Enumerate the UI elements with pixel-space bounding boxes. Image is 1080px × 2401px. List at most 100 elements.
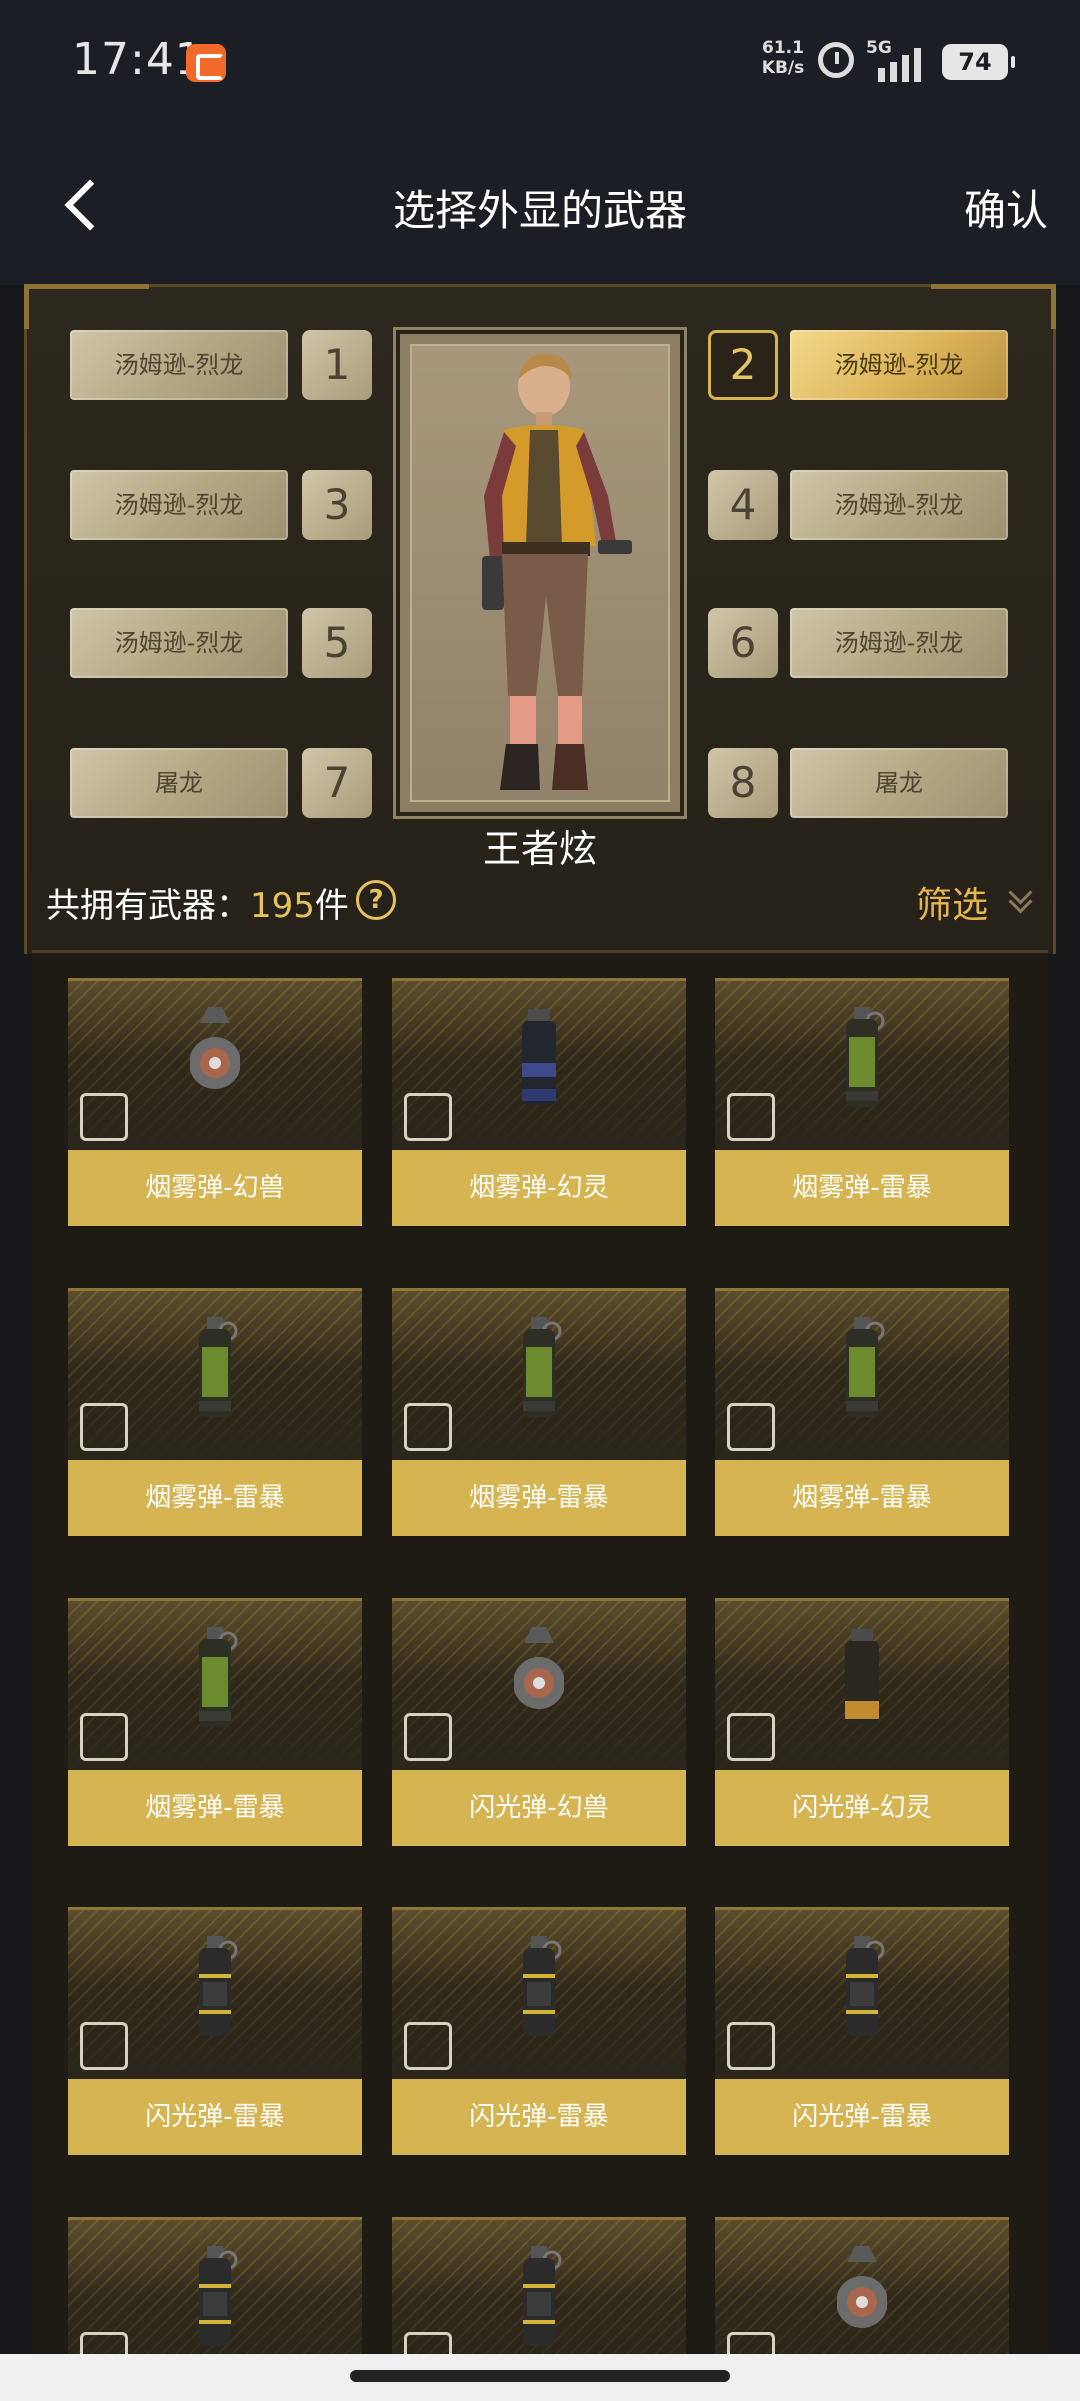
- weapon-card[interactable]: 烟雾弹-雷暴: [68, 1598, 362, 1846]
- weapon-card[interactable]: 闪光弹-幻兽: [392, 1598, 686, 1846]
- slot-2-weapon[interactable]: 汤姆逊-烈龙: [790, 330, 1008, 400]
- grenade-yellow-icon: [514, 2244, 564, 2352]
- weapon-card[interactable]: 闪光弹-雷暴: [392, 1907, 686, 2155]
- slot-4-weapon[interactable]: 汤姆逊-烈龙: [790, 470, 1008, 540]
- weapon-thumbnail[interactable]: [715, 978, 1009, 1150]
- weapon-card[interactable]: 烟雾弹-雷暴: [68, 1288, 362, 1536]
- owned-weapons-count: 共拥有武器：195件: [46, 878, 349, 927]
- weapon-card[interactable]: 闪光弹-雷暴: [68, 1907, 362, 2155]
- weapon-card[interactable]: 闪光弹-雷暴: [715, 1907, 1009, 2155]
- weapon-thumbnail[interactable]: [392, 2217, 686, 2354]
- weapon-name: 闪光弹-幻灵: [715, 1770, 1009, 1846]
- weapon-thumbnail[interactable]: [68, 1288, 362, 1460]
- battery-indicator: 74: [942, 44, 1015, 80]
- slot-5-number[interactable]: 5: [302, 608, 372, 678]
- weapon-card[interactable]: 烟雾弹-幻灵: [392, 978, 686, 1226]
- slot-3-number[interactable]: 3: [302, 470, 372, 540]
- select-checkbox[interactable]: [404, 2332, 452, 2354]
- weapon-thumbnail[interactable]: [392, 1907, 686, 2079]
- slot-2-number[interactable]: 2: [708, 330, 778, 400]
- select-checkbox[interactable]: [404, 1713, 452, 1761]
- weapon-grid: 烟雾弹-幻兽 烟雾弹-幻灵 烟雾弹-雷暴 烟雾弹-雷暴 烟雾弹-雷暴 烟雾弹-雷暴 烟雾弹-…: [32, 950, 1048, 2354]
- weapon-thumbnail[interactable]: [392, 1288, 686, 1460]
- grenade-green-icon: [837, 1005, 887, 1113]
- signal-bar: [902, 55, 909, 82]
- weapon-card[interactable]: 闪光弹-幻灵: [715, 1598, 1009, 1846]
- grenade-yellow-icon: [190, 2244, 240, 2352]
- select-checkbox[interactable]: [727, 1093, 775, 1141]
- weapon-thumbnail[interactable]: [392, 978, 686, 1150]
- weapon-thumbnail[interactable]: [68, 1907, 362, 2079]
- weapon-name: 烟雾弹-雷暴: [392, 1460, 686, 1536]
- weapon-card[interactable]: 烟雾弹-雷暴: [392, 1288, 686, 1536]
- confirm-button[interactable]: 确认: [964, 177, 1048, 238]
- select-checkbox[interactable]: [404, 1093, 452, 1141]
- slot-6-number[interactable]: 6: [708, 608, 778, 678]
- select-checkbox[interactable]: [404, 1403, 452, 1451]
- chevron-down-icon[interactable]: [1008, 884, 1032, 914]
- signal-bar: [914, 48, 921, 82]
- weapon-card[interactable]: [715, 2217, 1009, 2354]
- grenade-orb-icon: [513, 1625, 565, 1733]
- network-speed: 61.1 KB/s: [758, 38, 808, 78]
- clock: 17:41: [72, 34, 204, 85]
- select-checkbox[interactable]: [80, 2022, 128, 2070]
- weapon-name: 闪光弹-雷暴: [392, 2079, 686, 2155]
- weapon-card[interactable]: 烟雾弹-雷暴: [715, 1288, 1009, 1536]
- slot-6-weapon[interactable]: 汤姆逊-烈龙: [790, 608, 1008, 678]
- filter-button[interactable]: 筛选: [916, 876, 988, 928]
- network-speed-unit: KB/s: [761, 58, 805, 78]
- weapon-name: 烟雾弹-幻灵: [392, 1150, 686, 1226]
- owned-number: 195: [250, 886, 315, 926]
- weapon-name: 烟雾弹-雷暴: [715, 1150, 1009, 1226]
- grenade-yellow-icon: [514, 1934, 564, 2042]
- select-checkbox[interactable]: [727, 2332, 775, 2354]
- slot-8-number[interactable]: 8: [708, 748, 778, 818]
- select-checkbox[interactable]: [80, 2332, 128, 2354]
- home-indicator[interactable]: [350, 2370, 730, 2382]
- weapon-thumbnail[interactable]: [68, 2217, 362, 2354]
- signal-bar: [890, 62, 897, 82]
- grenade-canister-gold-icon: [837, 1625, 887, 1733]
- weapon-thumbnail[interactable]: [715, 2217, 1009, 2354]
- grenade-yellow-icon: [837, 1934, 887, 2042]
- app-notification-icon: [186, 44, 226, 82]
- weapon-card[interactable]: [68, 2217, 362, 2354]
- slot-4-number[interactable]: 4: [708, 470, 778, 540]
- weapon-card[interactable]: [392, 2217, 686, 2354]
- select-checkbox[interactable]: [80, 1093, 128, 1141]
- slot-1-number[interactable]: 1: [302, 330, 372, 400]
- weapon-thumbnail[interactable]: [715, 1288, 1009, 1460]
- slot-7-number[interactable]: 7: [302, 748, 372, 818]
- slot-5-weapon[interactable]: 汤姆逊-烈龙: [70, 608, 288, 678]
- select-checkbox[interactable]: [80, 1713, 128, 1761]
- grenade-green-icon: [837, 1315, 887, 1423]
- signal-bar: [878, 68, 885, 82]
- page-title: 选择外显的武器: [392, 186, 687, 235]
- slot-8-weapon[interactable]: 屠龙: [790, 748, 1008, 818]
- weapon-name: 烟雾弹-雷暴: [68, 1460, 362, 1536]
- slot-3-weapon[interactable]: 汤姆逊-烈龙: [70, 470, 288, 540]
- character-portrait: [396, 330, 684, 816]
- weapon-thumbnail[interactable]: [715, 1907, 1009, 2079]
- grenade-green-icon: [190, 1625, 240, 1733]
- weapon-thumbnail[interactable]: [68, 978, 362, 1150]
- weapon-card[interactable]: 烟雾弹-雷暴: [715, 978, 1009, 1226]
- slot-7-weapon[interactable]: 屠龙: [70, 748, 288, 818]
- network-speed-value: 61.1: [762, 38, 804, 58]
- select-checkbox[interactable]: [80, 1403, 128, 1451]
- help-icon[interactable]: ?: [356, 880, 396, 920]
- weapon-name: 闪光弹-雷暴: [68, 2079, 362, 2155]
- weapon-name: 闪光弹-雷暴: [715, 2079, 1009, 2155]
- select-checkbox[interactable]: [727, 1713, 775, 1761]
- weapon-thumbnail[interactable]: [68, 1598, 362, 1770]
- weapon-thumbnail[interactable]: [715, 1598, 1009, 1770]
- grenade-yellow-icon: [190, 1934, 240, 2042]
- weapon-card[interactable]: 烟雾弹-幻兽: [68, 978, 362, 1226]
- grenade-canister-blue-icon: [514, 1005, 564, 1113]
- select-checkbox[interactable]: [404, 2022, 452, 2070]
- weapon-thumbnail[interactable]: [392, 1598, 686, 1770]
- slot-1-weapon[interactable]: 汤姆逊-烈龙: [70, 330, 288, 400]
- select-checkbox[interactable]: [727, 2022, 775, 2070]
- select-checkbox[interactable]: [727, 1403, 775, 1451]
